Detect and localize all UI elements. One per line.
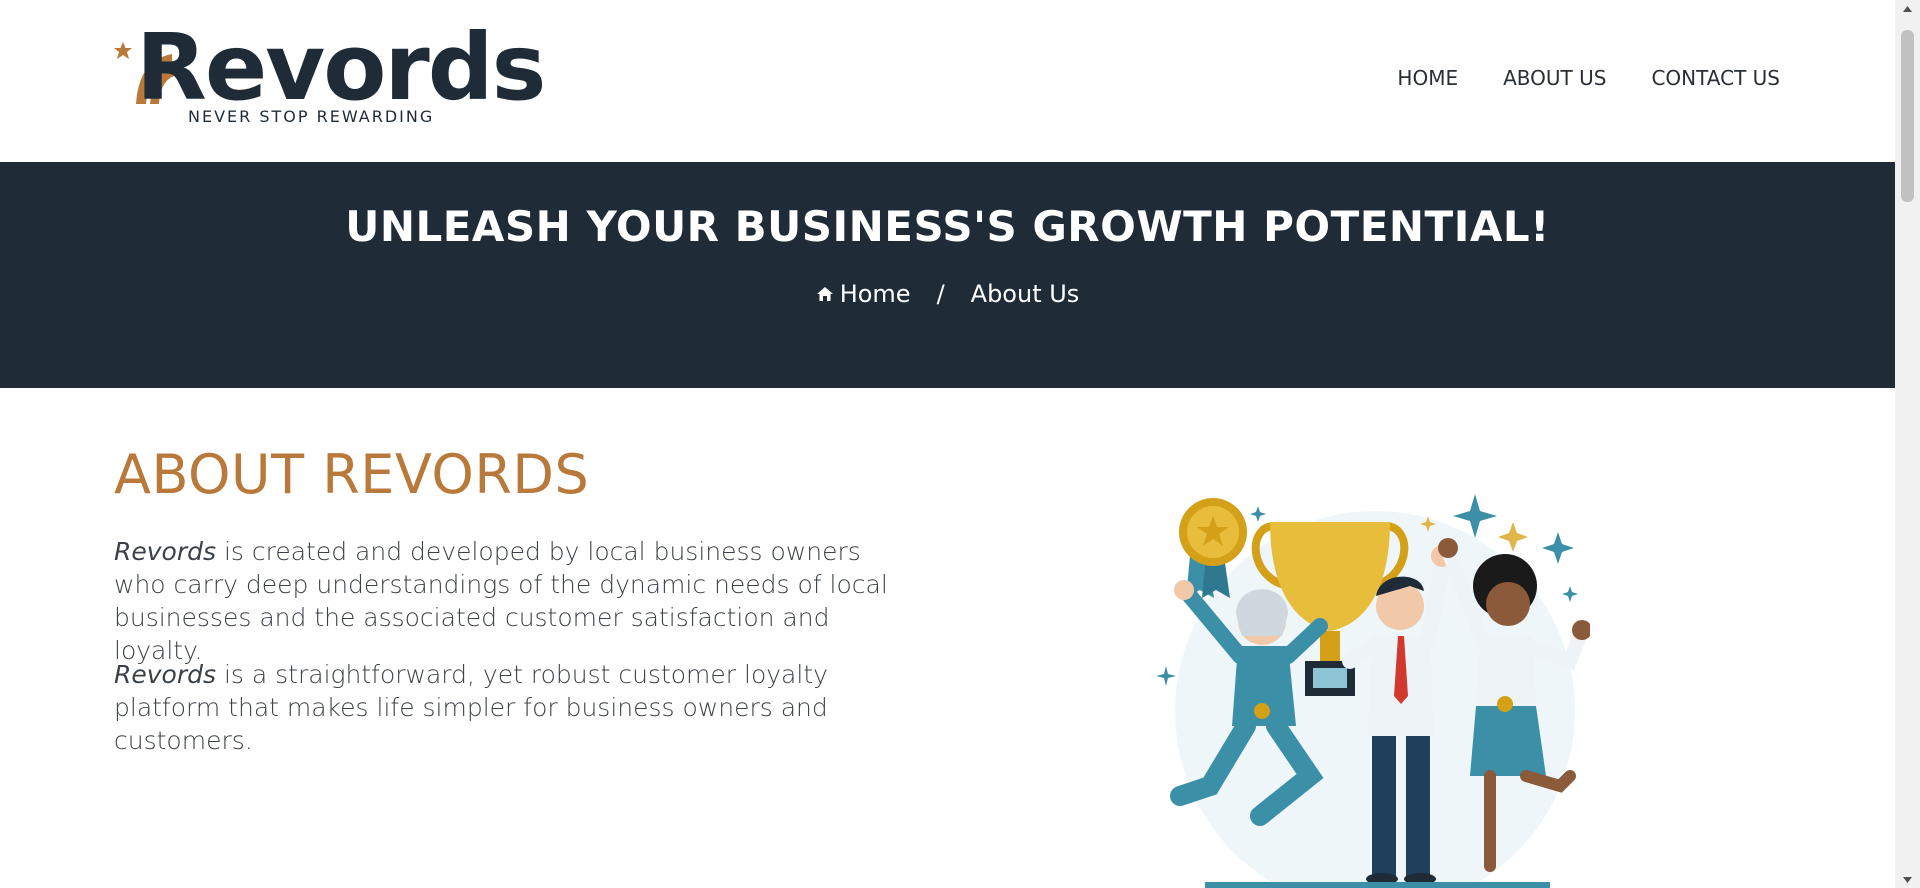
brand-name: Revords [114,660,217,689]
logo-wordmark: Revords [136,14,546,121]
nav-about-us[interactable]: ABOUT US [1503,66,1606,90]
paragraph-text: is a straightforward, yet robust custome… [114,660,828,755]
site-header: Revords NEVER STOP REWARDING HOME ABOUT … [0,0,1895,162]
page: Revords NEVER STOP REWARDING HOME ABOUT … [0,0,1895,888]
nav-contact-us[interactable]: CONTACT US [1651,66,1780,90]
banner-title: UNLEASH YOUR BUSINESS'S GROWTH POTENTIAL… [345,202,1550,251]
nav-home[interactable]: HOME [1397,66,1458,90]
home-icon [816,287,833,301]
about-heading: ABOUT REVORDS [114,443,590,506]
breadcrumb-home[interactable]: Home [816,280,911,308]
hero-banner: UNLEASH YOUR BUSINESS'S GROWTH POTENTIAL… [0,162,1895,388]
breadcrumb-current: About Us [970,280,1080,308]
celebration-illustration [1156,494,1590,888]
breadcrumb-home-label: Home [839,280,911,308]
breadcrumb-separator: / [936,280,945,308]
revords-logo[interactable]: Revords NEVER STOP REWARDING [114,22,546,130]
about-paragraph-2: Revords is a straightforward, yet robust… [114,658,914,757]
scroll-up-icon[interactable] [1895,0,1920,17]
scrollbar-thumb[interactable] [1901,30,1914,202]
breadcrumb: Home / About Us [0,280,1895,308]
main-nav: HOME ABOUT US CONTACT US [1397,66,1780,90]
about-paragraph-1: Revords is created and developed by loca… [114,535,914,667]
logo-tagline: NEVER STOP REWARDING [188,107,435,126]
scroll-down-icon[interactable] [1895,871,1920,888]
paragraph-text: is created and developed by local busine… [114,537,888,665]
brand-name: Revords [114,537,217,566]
vertical-scrollbar[interactable] [1895,0,1920,888]
